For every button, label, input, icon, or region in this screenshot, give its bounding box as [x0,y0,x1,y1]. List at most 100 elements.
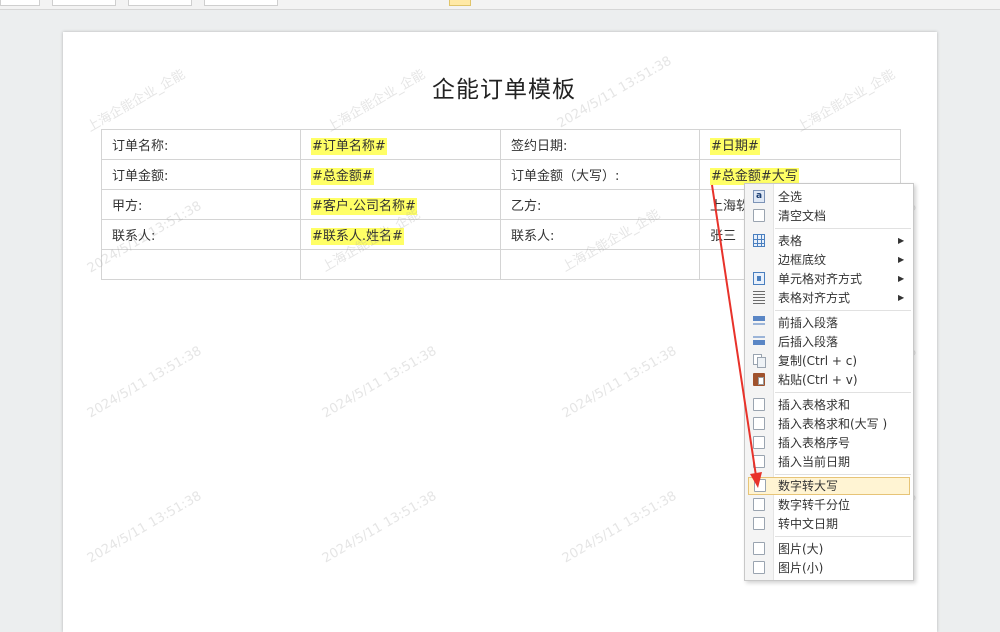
align-lines-icon [753,291,765,304]
table-cell-value[interactable]: #订单名称# [300,129,501,160]
menu-item-to-chinese-date[interactable]: 转中文日期 [745,515,913,533]
menu-item-insert-table-sum[interactable]: 插入表格求和 [745,396,913,414]
menu-item-label: 插入当前日期 [778,455,851,469]
menu-item-label: 表格 [778,234,803,248]
placeholder-field: #联系人.姓名# [311,228,404,245]
cell-text: 联系人: [511,229,555,244]
menu-item-label: 图片(大) [778,542,824,556]
menu-item-insert-paragraph-before[interactable]: 前插入段落 [745,314,913,332]
table-cell-label[interactable]: 订单名称: [101,129,301,160]
menu-item-table-alignment[interactable]: 表格对齐方式 ▶ [745,289,913,307]
menu-separator [775,474,911,475]
menu-item-label: 图片(小) [778,561,824,575]
cell-align-icon [753,272,765,285]
table-cell-empty[interactable] [500,249,700,280]
cell-text: 签约日期: [511,139,568,154]
placeholder-field: #订单名称# [311,138,387,155]
menu-item-label: 转中文日期 [778,517,839,531]
table-cell-label[interactable]: 联系人: [101,219,301,250]
document-icon [753,498,765,511]
toolbar-button[interactable] [0,0,40,6]
menu-item-image-large[interactable]: 图片(大) [745,540,913,558]
submenu-arrow-icon: ▶ [898,255,905,264]
menu-item-insert-table-sum-upper[interactable]: 插入表格求和(大写 ) [745,415,913,433]
table-cell-empty[interactable] [101,249,301,280]
document-icon [753,417,765,430]
menu-item-label: 后插入段落 [778,335,839,349]
table-cell-label[interactable]: 甲方: [101,189,301,220]
table-cell-label[interactable]: 联系人: [500,219,700,250]
menu-item-number-to-upper[interactable]: 数字转大写 [748,477,910,495]
menu-item-cell-alignment[interactable]: 单元格对齐方式 ▶ [745,270,913,288]
submenu-arrow-icon: ▶ [898,293,905,302]
table-cell-value[interactable]: #日期# [699,129,901,160]
placeholder-field: #总金额# [311,168,374,185]
cell-text: 订单名称: [112,139,169,154]
submenu-arrow-icon: ▶ [898,274,905,283]
menu-item-border-shading[interactable]: 边框底纹 ▶ [745,251,913,269]
placeholder-field: #日期# [710,138,760,155]
table-cell-value[interactable]: #总金额# [300,159,501,190]
menu-item-label: 单元格对齐方式 [778,272,863,286]
toolbar-button[interactable] [204,0,278,6]
table-cell-label[interactable]: 订单金额（大写）: [500,159,700,190]
table-cell-value[interactable]: #客户.公司名称# [300,189,501,220]
document-icon [753,455,765,468]
menu-item-clear-document[interactable]: 清空文档 [745,207,913,225]
menu-item-label: 表格对齐方式 [778,291,851,305]
menu-item-label: 复制(Ctrl + c) [778,354,857,368]
menu-separator [775,310,911,311]
table-cell-label[interactable]: 签约日期: [500,129,700,160]
menu-item-label: 粘贴(Ctrl + v) [778,373,858,387]
select-all-icon: a [753,190,765,203]
menu-separator [775,228,911,229]
menu-item-insert-paragraph-after[interactable]: 后插入段落 [745,333,913,351]
menu-item-label: 边框底纹 [778,253,827,267]
menu-item-image-small[interactable]: 图片(小) [745,559,913,577]
menu-item-paste[interactable]: 粘贴(Ctrl + v) [745,371,913,389]
submenu-arrow-icon: ▶ [898,236,905,245]
table-cell-value[interactable]: #联系人.姓名# [300,219,501,250]
toolbar-strip [0,0,1000,10]
document-icon [753,209,765,222]
toolbar-button[interactable] [128,0,192,6]
table-row: 订单名称: #订单名称# 签约日期: #日期# [101,129,901,160]
table-cell-label[interactable]: 乙方: [500,189,700,220]
document-icon [753,517,765,530]
menu-item-table[interactable]: 表格 ▶ [745,232,913,250]
menu-item-label: 数字转千分位 [778,498,851,512]
document-icon [753,398,765,411]
menu-item-select-all[interactable]: a 全选 [745,188,913,206]
insert-before-icon [753,316,765,329]
table-cell-label[interactable]: 订单金额: [101,159,301,190]
cell-text: 订单金额: [112,169,169,184]
menu-separator [775,536,911,537]
image-icon [753,561,765,574]
menu-item-label: 插入表格求和 [778,398,851,412]
paste-icon [753,373,765,386]
cell-text: 张三 [710,229,737,244]
copy-icon [753,354,766,368]
placeholder-field: #客户.公司名称# [311,198,417,215]
menu-item-label: 插入表格求和(大写 ) [778,417,888,431]
toolbar-active-button[interactable] [449,0,471,6]
cell-text: 乙方: [511,199,542,214]
menu-item-label: 全选 [778,190,803,204]
document-icon [753,436,765,449]
menu-separator [775,392,911,393]
document-title: 企能订单模板 [432,77,576,103]
cell-text: 甲方: [112,199,143,214]
document-icon [754,479,766,492]
menu-item-label: 前插入段落 [778,316,839,330]
toolbar-button[interactable] [52,0,116,6]
table-icon [753,234,765,247]
menu-item-copy[interactable]: 复制(Ctrl + c) [745,352,913,370]
table-cell-empty[interactable] [300,249,501,280]
menu-item-label: 清空文档 [778,209,827,223]
menu-item-number-to-thousands[interactable]: 数字转千分位 [745,496,913,514]
menu-item-insert-table-index[interactable]: 插入表格序号 [745,434,913,452]
cell-text: 联系人: [112,229,156,244]
insert-after-icon [753,335,765,348]
context-menu: a 全选 清空文档 表格 ▶ 边框底纹 ▶ 单元格对齐方式 ▶ 表格对齐方式 ▶… [744,183,914,581]
menu-item-insert-current-date[interactable]: 插入当前日期 [745,453,913,471]
